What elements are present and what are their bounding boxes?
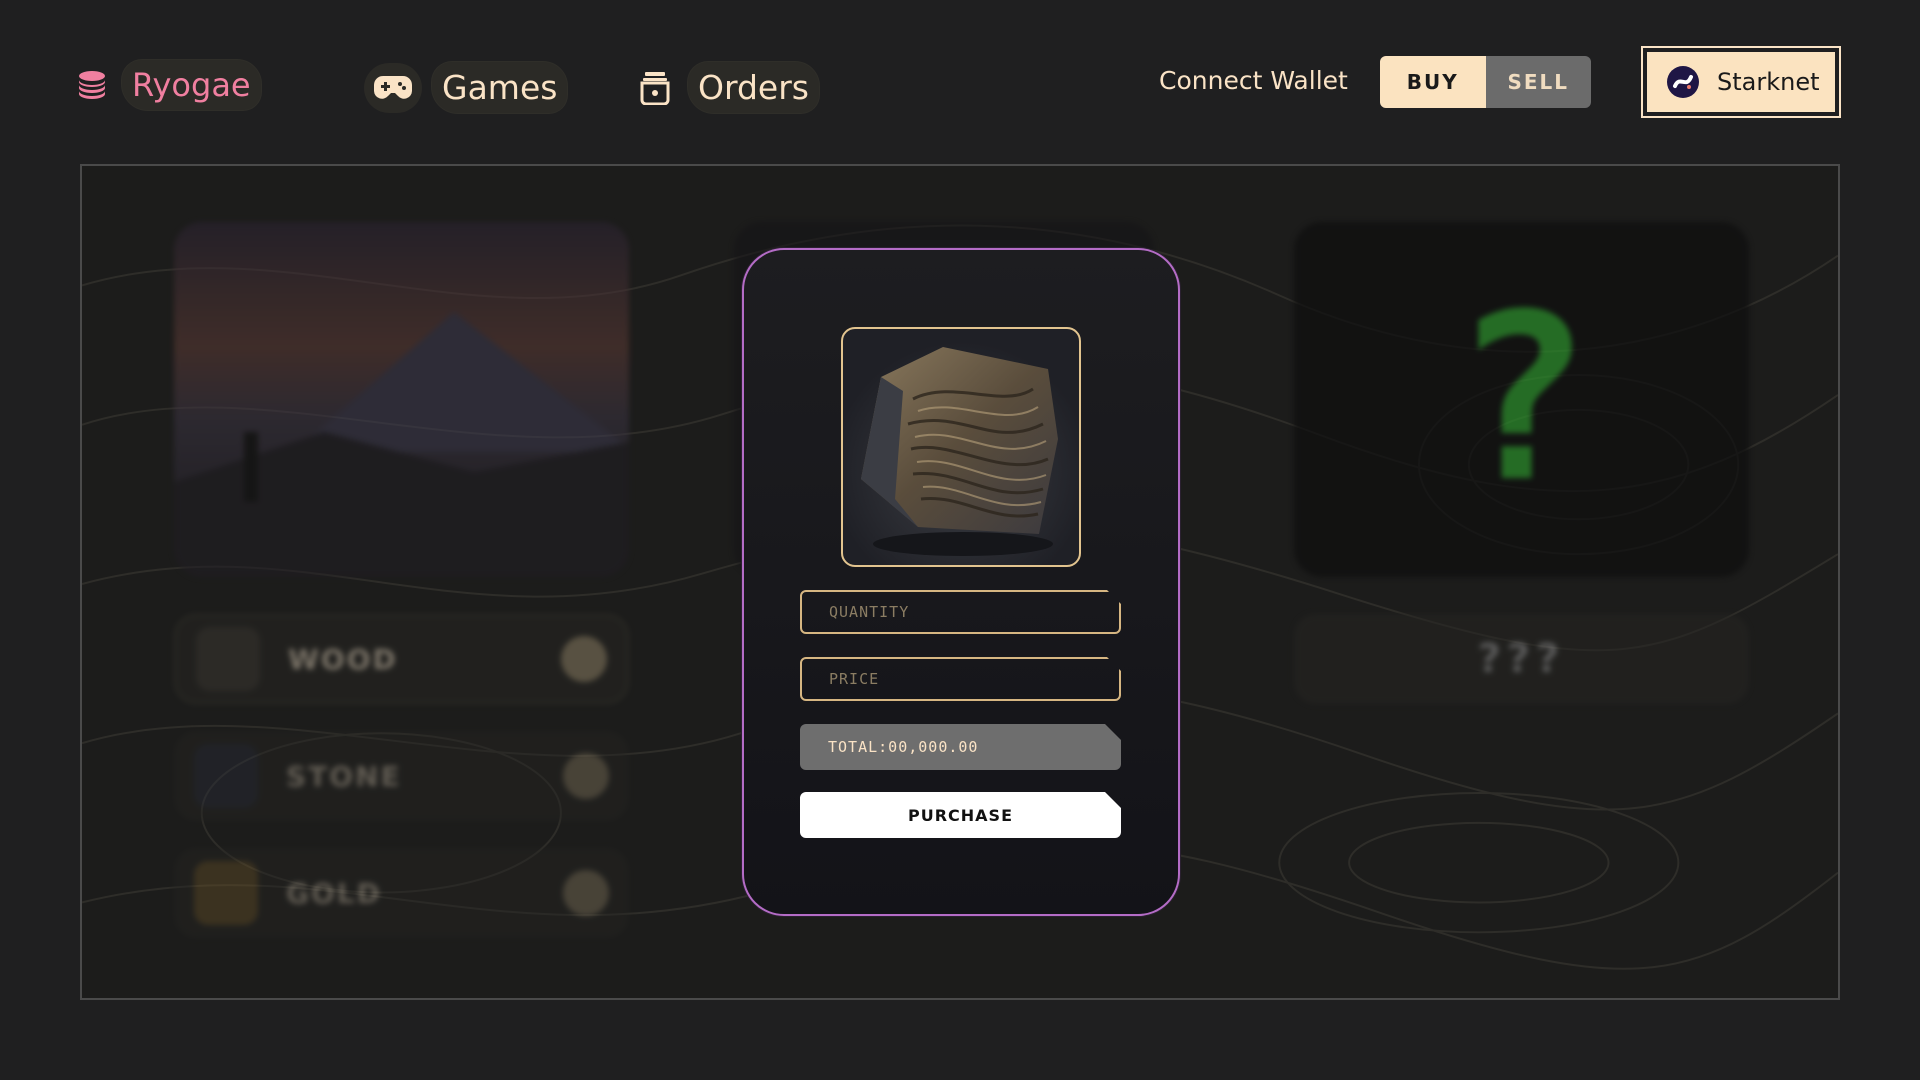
connect-wallet-button[interactable]: Connect Wallet bbox=[1159, 66, 1348, 95]
resource-row[interactable]: GOLD bbox=[174, 848, 629, 938]
network-name: Starknet bbox=[1717, 68, 1820, 96]
jar-icon bbox=[640, 71, 670, 105]
network-button-inner: Starknet bbox=[1647, 52, 1835, 112]
resource-thumbnail bbox=[194, 744, 258, 808]
total-display: TOTAL:00,000.00 bbox=[800, 724, 1121, 770]
purchase-button[interactable]: PURCHASE bbox=[800, 792, 1121, 838]
price-field[interactable] bbox=[800, 657, 1121, 701]
nav-games-label: Games bbox=[432, 62, 568, 113]
resource-name: WOOD bbox=[288, 642, 398, 676]
nav-orders[interactable]: Orders bbox=[640, 62, 819, 113]
buy-tab[interactable]: BUY bbox=[1380, 56, 1486, 108]
brand-name: Ryogae bbox=[122, 60, 261, 110]
coins-icon bbox=[76, 69, 108, 101]
network-button[interactable]: Starknet bbox=[1641, 46, 1841, 118]
plus-icon[interactable] bbox=[563, 870, 609, 916]
scene-image-card bbox=[174, 222, 629, 577]
resource-name: GOLD bbox=[286, 876, 382, 910]
quantity-input[interactable] bbox=[802, 592, 1119, 632]
resource-row[interactable]: WOOD bbox=[174, 614, 629, 704]
starknet-logo-icon bbox=[1667, 66, 1699, 98]
plus-icon[interactable] bbox=[563, 753, 609, 799]
top-navigation: Ryogae Games Orders Connect Wallet BUY S… bbox=[0, 0, 1920, 150]
resource-image bbox=[841, 327, 1081, 567]
resource-thumbnail bbox=[194, 861, 258, 925]
brand-link[interactable]: Ryogae bbox=[76, 60, 261, 110]
price-input[interactable] bbox=[802, 659, 1119, 699]
mystery-card: ? bbox=[1294, 222, 1749, 577]
question-mark-glyph: ? bbox=[1452, 266, 1591, 533]
resource-thumbnail bbox=[196, 627, 260, 691]
plus-icon[interactable] bbox=[561, 636, 607, 682]
resource-name: STONE bbox=[286, 759, 402, 793]
sell-tab[interactable]: SELL bbox=[1485, 56, 1591, 108]
buy-sell-toggle: BUY SELL bbox=[1380, 56, 1591, 108]
nav-orders-label: Orders bbox=[688, 62, 819, 113]
nav-games[interactable]: Games bbox=[364, 62, 568, 113]
quantity-field[interactable] bbox=[800, 590, 1121, 634]
resource-row[interactable]: STONE bbox=[174, 731, 629, 821]
gamepad-icon bbox=[364, 62, 422, 113]
mystery-label: ??? bbox=[1294, 614, 1749, 704]
